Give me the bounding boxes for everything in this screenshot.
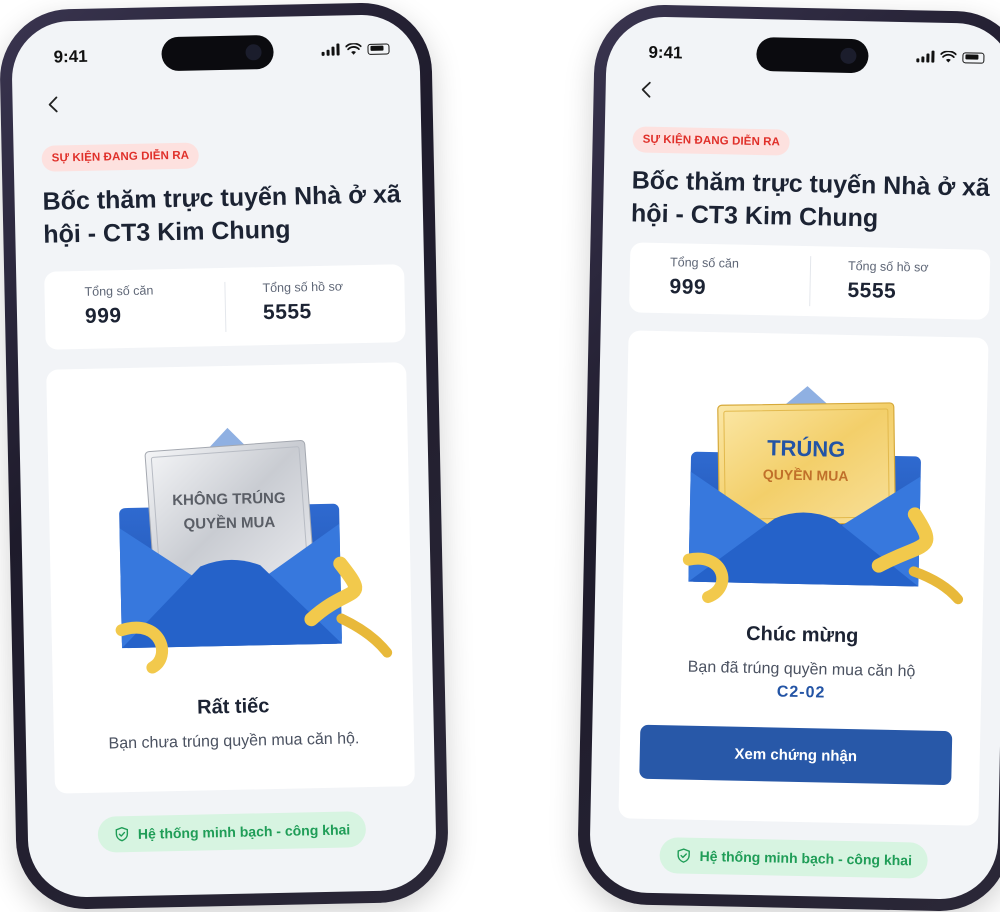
status-bar: 9:41 bbox=[11, 14, 420, 79]
stat-label: Tổng số căn bbox=[669, 255, 740, 271]
stat-value: 999 bbox=[84, 304, 122, 328]
stat-label: Tổng số hồ sơ bbox=[262, 279, 344, 296]
stat-total-units: Tổng số căn 999 bbox=[669, 255, 739, 300]
page-title: Bốc thăm trực tuyến Nhà ở xã hội - CT3 K… bbox=[42, 180, 402, 249]
phone-frame-right: 9:41 SỰ KIỆN ĐANG DIỄN RA Bốc thăm trực … bbox=[576, 3, 1000, 912]
chevron-left-icon[interactable] bbox=[42, 93, 64, 115]
page-title: Bốc thăm trực tuyến Nhà ở xã hội - CT3 K… bbox=[630, 166, 991, 233]
status-bar: 9:41 bbox=[606, 16, 1000, 81]
transparency-text: Hệ thống minh bạch - công khai bbox=[699, 847, 913, 869]
shield-check-icon bbox=[115, 826, 129, 842]
result-text: Bạn chưa trúng quyền mua căn hộ. bbox=[108, 730, 360, 753]
status-time: 9:41 bbox=[648, 42, 683, 63]
event-live-badge: SỰ KIỆN ĐANG DIỄN RA bbox=[632, 126, 791, 156]
stats-card: Tổng số căn 999 Tổng số hồ sơ 5555 bbox=[44, 264, 406, 350]
view-certificate-button[interactable]: Xem chứng nhận bbox=[639, 724, 953, 786]
wifi-icon bbox=[940, 50, 957, 63]
result-title: Rất tiếc bbox=[196, 695, 270, 719]
event-live-badge: SỰ KIỆN ĐANG DIỄN RA bbox=[41, 142, 200, 172]
battery-icon bbox=[962, 51, 985, 64]
stat-total-applications: Tổng số hồ sơ 5555 bbox=[847, 259, 928, 305]
status-time: 9:41 bbox=[53, 46, 88, 67]
ticket-line-1: TRÚNG bbox=[767, 435, 846, 462]
apartment-code: C2-02 bbox=[776, 683, 826, 702]
phone-frame-left: 9:41 SỰ KIỆN ĐANG DIỄN RA Bốc thăm trực … bbox=[0, 1, 450, 911]
stat-total-units: Tổng số căn 999 bbox=[84, 283, 154, 328]
screen-no-win: 9:41 SỰ KIỆN ĐANG DIỄN RA Bốc thăm trực … bbox=[10, 13, 438, 899]
screen-win: 9:41 SỰ KIỆN ĐANG DIỄN RA Bốc thăm trực … bbox=[588, 15, 1000, 901]
transparency-text: Hệ thống minh bạch - công khai bbox=[137, 821, 351, 842]
ticket-line-1: KHÔNG TRÚNG bbox=[172, 489, 286, 509]
battery-icon bbox=[367, 42, 390, 55]
stat-value: 999 bbox=[669, 275, 707, 299]
stat-value: 5555 bbox=[847, 278, 897, 303]
envelope-illustration: TRÚNG QUYỀN MUA bbox=[682, 386, 964, 605]
ticket-line-2: QUYỀN MUA bbox=[763, 466, 849, 484]
envelope-illustration: KHÔNG TRÚNG QUYỀN MUA bbox=[115, 427, 393, 674]
stat-value: 5555 bbox=[262, 300, 312, 325]
shield-check-icon bbox=[677, 848, 690, 863]
dynamic-island bbox=[161, 34, 274, 72]
result-text-line: Bạn đã trúng quyền mua căn hộ bbox=[687, 658, 916, 681]
result-card: KHÔNG TRÚNG QUYỀN MUA Rất tiếc Bạn chưa … bbox=[46, 362, 415, 794]
wifi-icon bbox=[345, 43, 362, 55]
stat-label: Tổng số hồ sơ bbox=[847, 258, 929, 275]
result-text: Bạn đã trúng quyền mua căn hộ C2-02 bbox=[621, 654, 982, 708]
transparency-badge: Hệ thống minh bạch - công khai bbox=[97, 811, 367, 853]
dynamic-island bbox=[756, 36, 869, 74]
stat-total-applications: Tổng số hồ sơ 5555 bbox=[262, 279, 343, 325]
ticket-line-2: QUYỀN MUA bbox=[183, 514, 275, 533]
transparency-badge: Hệ thống minh bạch - công khai bbox=[659, 837, 929, 879]
stat-label: Tổng số căn bbox=[84, 283, 154, 299]
stats-card: Tổng số căn 999 Tổng số hồ sơ 5555 bbox=[629, 242, 991, 320]
chevron-left-icon[interactable] bbox=[635, 78, 657, 100]
signal-icon bbox=[321, 43, 340, 56]
result-card: TRÚNG QUYỀN MUA Chúc mừng Bạn đã trúng q… bbox=[618, 330, 989, 826]
signal-icon bbox=[916, 50, 935, 63]
